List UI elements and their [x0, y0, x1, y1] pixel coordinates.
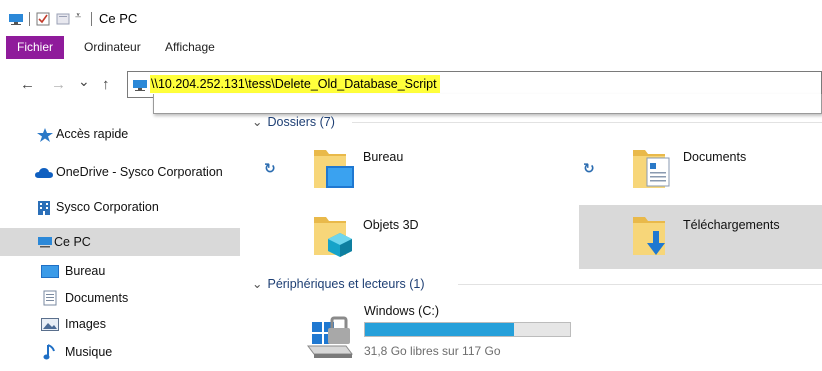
content-pane: ⌄ Dossiers (7) ↻ Bureau ↻ Documents Objet…	[240, 108, 822, 371]
window-title: Ce PC	[99, 11, 138, 26]
drive-usage-bar	[364, 322, 571, 337]
sidebar-item-acces-rapide[interactable]: Accès rapide	[0, 120, 240, 148]
navigation-pane: Accès rapide OneDrive - Sysco Corporatio…	[0, 114, 240, 371]
drive-icon	[306, 304, 360, 363]
sidebar-item-bureau[interactable]: Bureau	[0, 257, 240, 285]
sidebar-item-label: Ce PC	[54, 235, 91, 249]
chevron-down-icon: ⌄	[252, 277, 263, 291]
address-input[interactable]: \\10.204.252.131\tess\Delete_Old_Databas…	[150, 75, 440, 93]
objects-3d-folder-icon	[312, 211, 356, 260]
devices-group-header[interactable]: ⌄ Périphériques et lecteurs (1)	[252, 276, 425, 291]
sidebar-item-musique[interactable]: Musique	[0, 338, 240, 366]
drive-free-space: 31,8 Go libres sur 117 Go	[364, 344, 501, 358]
folder-tile-documents[interactable]: ↻ Documents	[579, 138, 822, 202]
up-button[interactable]: ↑	[102, 77, 110, 93]
computer-icon	[37, 236, 53, 251]
cloud-icon	[34, 167, 54, 182]
title-bar: ⩡ Ce PC	[0, 0, 822, 36]
forward-button[interactable]: →	[51, 77, 66, 93]
chevron-down-icon: ⌄	[252, 115, 263, 129]
star-icon	[36, 127, 54, 146]
properties-icon[interactable]	[36, 12, 50, 29]
customize-toolbar-icon[interactable]: ⩡	[75, 10, 81, 23]
new-folder-icon[interactable]	[56, 12, 70, 29]
sidebar-item-images[interactable]: Images	[0, 310, 240, 338]
group-divider	[458, 284, 822, 285]
desktop-folder-icon	[312, 144, 356, 193]
folder-tile-bureau[interactable]: ↻ Bureau	[252, 138, 577, 202]
computer-icon[interactable]	[8, 12, 24, 29]
tab-affichage[interactable]: Affichage	[165, 36, 215, 59]
music-icon	[43, 343, 57, 364]
sidebar-item-onedrive[interactable]: OneDrive - Sysco Corporation	[0, 158, 240, 186]
sidebar-item-label: OneDrive - Sysco Corporation	[56, 165, 223, 179]
sidebar-item-sysco-corporation[interactable]: Sysco Corporation	[0, 193, 240, 221]
sidebar-item-documents[interactable]: Documents	[0, 284, 240, 312]
sidebar-item-label: Accès rapide	[56, 127, 129, 141]
title-separator	[91, 12, 92, 26]
folder-tile-telechargements[interactable]: Téléchargements	[579, 205, 822, 269]
sidebar-item-label: Sysco Corporation	[56, 200, 159, 214]
sidebar-item-label: Musique	[65, 345, 113, 359]
tab-ordinateur[interactable]: Ordinateur	[84, 36, 141, 59]
back-button[interactable]: ←	[20, 77, 35, 93]
sync-icon: ↻	[583, 160, 595, 176]
folder-label: Objets 3D	[363, 218, 419, 232]
drive-label: Windows (C:)	[364, 304, 440, 318]
folder-tile-objets-3d[interactable]: Objets 3D	[252, 205, 577, 269]
sidebar-item-label: Documents	[65, 291, 129, 305]
documents-folder-icon	[631, 144, 675, 193]
image-icon	[41, 318, 59, 334]
computer-icon	[132, 78, 148, 95]
ribbon-tabs: Fichier Ordinateur Affichage	[0, 36, 822, 60]
building-icon	[37, 200, 51, 219]
folders-group-header[interactable]: ⌄ Dossiers (7)	[252, 114, 335, 129]
document-icon	[43, 290, 57, 309]
downloads-folder-icon	[631, 211, 675, 264]
sidebar-item-label: Bureau	[65, 264, 106, 278]
sync-icon: ↻	[264, 160, 276, 176]
sidebar-item-ce-pc[interactable]: Ce PC	[0, 228, 240, 256]
folder-label: Bureau	[363, 150, 404, 164]
devices-header-label: Périphériques et lecteurs (1)	[267, 277, 425, 291]
folders-header-label: Dossiers (7)	[267, 115, 335, 129]
desktop-icon	[41, 265, 59, 281]
folder-label: Documents	[683, 150, 747, 164]
sidebar-item-label: Images	[65, 317, 106, 331]
title-separator	[29, 12, 30, 26]
group-divider	[352, 122, 822, 123]
recent-locations-button[interactable]: ⌄	[78, 73, 90, 89]
drive-usage-fill	[365, 323, 515, 336]
tab-fichier[interactable]: Fichier	[6, 36, 64, 59]
folder-label: Téléchargements	[683, 218, 780, 232]
